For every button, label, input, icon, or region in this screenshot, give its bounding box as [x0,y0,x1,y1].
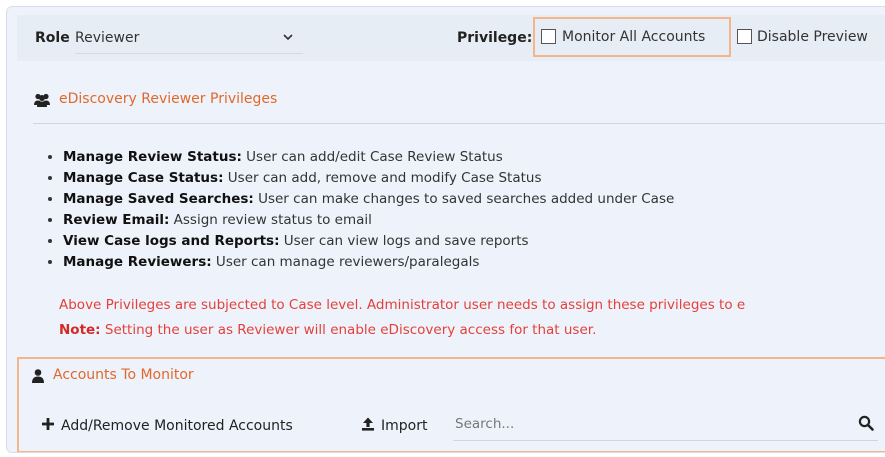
upload-icon [362,417,374,431]
accounts-section-title: Accounts To Monitor [53,367,194,383]
disable-preview-label[interactable]: Disable Preview [757,29,868,45]
privilege-label: Privilege: [457,30,533,46]
privilege-item: Manage Case Status: User can add, remove… [63,168,674,189]
disable-preview-checkbox[interactable] [737,29,752,44]
privilege-desc: User can add, remove and modify Case Sta… [223,170,542,186]
privilege-item: Review Email: Assign review status to em… [63,210,674,231]
privilege-list: Manage Review Status: User can add/edit … [47,147,674,273]
privilege-name: Review Email: [63,212,170,228]
privilege-item: Manage Saved Searches: User can make cha… [63,189,674,210]
role-select[interactable]: Reviewer [75,25,303,54]
role-toolbar: Role Reviewer Privilege: Monitor All Acc… [17,15,885,61]
import-label: Import [381,418,428,434]
user-icon [32,369,44,383]
privilege-desc: Assign review status to email [169,212,372,228]
case-level-notice: Above Privileges are subjected to Case l… [59,297,746,313]
accounts-to-monitor-panel: Accounts To Monitor Add/Remove Monitored… [17,357,885,452]
privilege-desc: User can manage reviewers/paralegals [211,254,480,270]
add-remove-label: Add/Remove Monitored Accounts [61,418,293,434]
search-input[interactable] [453,411,847,437]
section-divider [33,123,885,124]
add-remove-accounts-button[interactable]: Add/Remove Monitored Accounts [41,417,293,434]
reviewer-note: Note: Setting the user as Reviewer will … [59,322,596,338]
monitor-all-checkbox[interactable] [541,29,556,44]
privilege-desc: User can add/edit Case Review Status [241,149,503,165]
privilege-desc: User can view logs and save reports [279,233,529,249]
privilege-name: Manage Saved Searches: [63,191,254,207]
privileges-section-title: eDiscovery Reviewer Privileges [59,91,278,107]
privilege-name: Manage Case Status: [63,170,224,186]
privilege-name: Manage Reviewers: [63,254,212,270]
role-label: Role [35,30,70,46]
role-privilege-panel: Role Reviewer Privilege: Monitor All Acc… [6,6,885,453]
search-icon[interactable] [858,415,874,431]
import-button[interactable]: Import [361,417,427,434]
users-icon [34,93,50,107]
privilege-item: View Case logs and Reports: User can vie… [63,231,674,252]
privilege-name: View Case logs and Reports: [63,233,280,249]
privilege-name: Manage Review Status: [63,149,242,165]
chevron-down-icon [283,34,293,41]
privilege-item: Manage Review Status: User can add/edit … [63,147,674,168]
account-search [453,407,878,441]
note-label: Note: [59,322,101,338]
note-text: Setting the user as Reviewer will enable… [100,322,597,338]
role-select-value: Reviewer [75,30,140,46]
monitor-all-label[interactable]: Monitor All Accounts [562,29,705,45]
privilege-item: Manage Reviewers: User can manage review… [63,252,674,273]
privilege-desc: User can make changes to saved searches … [253,191,675,207]
plus-icon [42,418,54,430]
